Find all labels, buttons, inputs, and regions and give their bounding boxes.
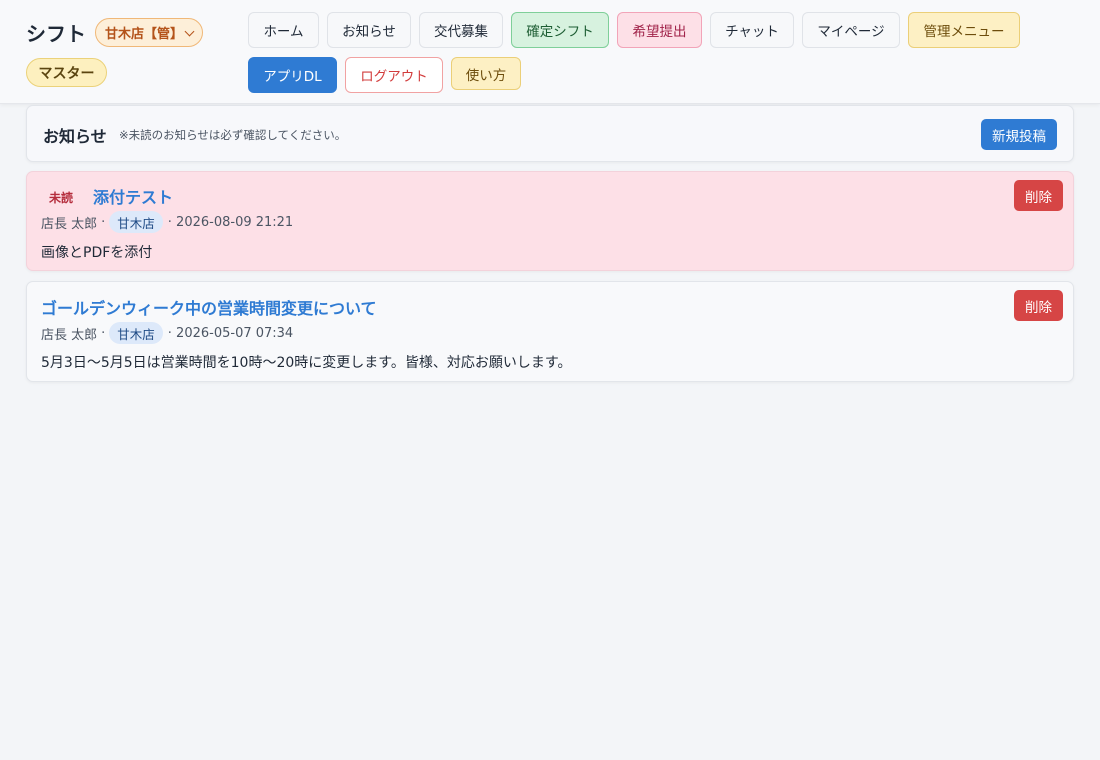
section-title: お知らせ — [43, 127, 107, 146]
notice-title-link[interactable]: ゴールデンウィーク中の営業時間変更について — [41, 295, 377, 319]
delete-button[interactable]: 削除 — [1014, 290, 1063, 321]
nav-swap-request-button[interactable]: 交代募集 — [419, 12, 503, 48]
notice-datetime: · 2026-05-07 07:34 — [167, 325, 294, 341]
nav-submit-preference-button[interactable]: 希望提出 — [617, 12, 702, 48]
store-select[interactable]: 甘木店【管】 — [95, 18, 203, 47]
notice-title-link[interactable]: 添付テスト — [93, 184, 173, 208]
nav-how-to-button[interactable]: 使い方 — [451, 57, 521, 90]
nav-app-download-button[interactable]: アプリDL — [248, 57, 337, 93]
chevron-down-icon — [184, 26, 195, 37]
notice-author: 店長 太郎 — [41, 327, 98, 343]
unread-badge: 未読 — [41, 186, 81, 208]
section-note: ※未読のお知らせは必ず確認してください。 — [119, 128, 347, 142]
nav-notices-button[interactable]: お知らせ — [327, 12, 411, 48]
notice-body: 画像とPDFを添付 — [41, 245, 153, 261]
notice-store-badge: 甘木店 — [109, 211, 163, 233]
notice-card: ゴールデンウィーク中の営業時間変更について 削除 店長 太郎 · 甘木店 · 2… — [26, 281, 1074, 382]
notice-body: 5月3日〜5月5日は営業時間を10時〜20時に変更します。皆様、対応お願いします… — [41, 355, 572, 371]
top-header: シフト 甘木店【管】 マスター ホーム お知らせ 交代募集 確定シフト 希望提出… — [0, 0, 1100, 104]
app-title: シフト — [26, 22, 86, 46]
nav-mypage-button[interactable]: マイページ — [802, 12, 900, 48]
role-badge: マスター — [26, 58, 107, 87]
nav-confirmed-shift-button[interactable]: 確定シフト — [511, 12, 609, 48]
nav-chat-button[interactable]: チャット — [710, 12, 794, 48]
notice-store-badge: 甘木店 — [109, 322, 163, 344]
meta-separator: · — [101, 325, 106, 341]
new-post-button[interactable]: 新規投稿 — [981, 119, 1057, 150]
notice-meta: 店長 太郎 · 甘木店 · 2026-05-07 07:34 — [41, 322, 293, 344]
delete-button[interactable]: 削除 — [1014, 180, 1063, 211]
notice-card: 未読 添付テスト 削除 店長 太郎 · 甘木店 · 2026-08-09 21:… — [26, 171, 1074, 271]
store-select-value: 甘木店【管】 — [105, 27, 184, 42]
notices-section-header: お知らせ ※未読のお知らせは必ず確認してください。 新規投稿 — [26, 105, 1074, 162]
notice-datetime: · 2026-08-09 21:21 — [167, 214, 294, 230]
meta-separator: · — [101, 214, 106, 230]
nav-admin-menu-button[interactable]: 管理メニュー — [908, 12, 1020, 48]
notice-author: 店長 太郎 — [41, 216, 98, 232]
nav-home-button[interactable]: ホーム — [248, 12, 319, 48]
nav-logout-button[interactable]: ログアウト — [345, 57, 443, 93]
notice-meta: 店長 太郎 · 甘木店 · 2026-08-09 21:21 — [41, 211, 293, 233]
